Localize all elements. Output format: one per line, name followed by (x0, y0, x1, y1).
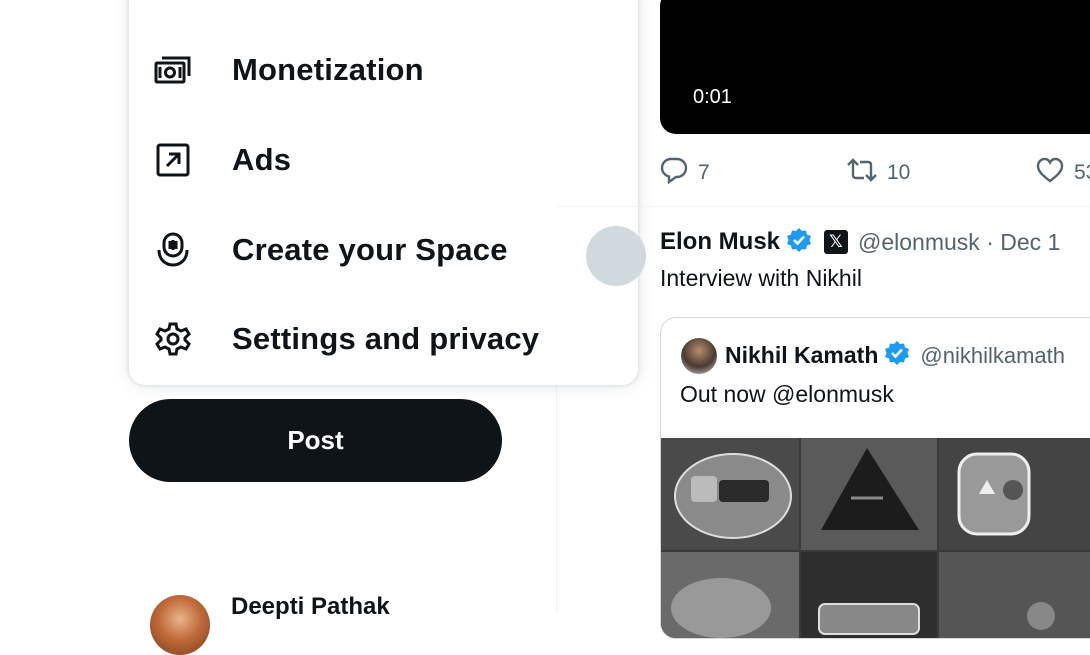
quote-author-name[interactable]: Nikhil Kamath (725, 342, 878, 369)
quoted-tweet[interactable]: Nikhil Kamath @nikhilkamath Out now @elo… (660, 317, 1090, 639)
quote-author-handle[interactable]: @nikhilkamath (920, 343, 1065, 369)
verified-badge-icon (884, 340, 910, 371)
gear-icon (153, 321, 193, 357)
like-button[interactable]: 53 (1036, 156, 1090, 190)
menu-item-label: Ads (232, 142, 292, 177)
x-affiliate-icon: 𝕏 (824, 230, 849, 254)
more-menu: Monetization Ads Create your Space Setti… (129, 0, 638, 385)
menu-item-label: Settings and privacy (232, 321, 540, 356)
repost-button[interactable]: 10 (847, 156, 910, 190)
heart-icon (1036, 156, 1064, 190)
tweet-text: Interview with Nikhil (660, 265, 862, 291)
microphone-icon (153, 232, 193, 268)
tweet-divider (557, 206, 1090, 207)
reply-icon (660, 156, 688, 190)
menu-item-label: Monetization (232, 52, 424, 87)
repost-count: 10 (887, 161, 911, 184)
reply-count: 7 (698, 161, 710, 184)
money-icon (153, 52, 193, 88)
tweet-header: Elon Musk 𝕏 @elonmusk · Dec 1 (660, 226, 1060, 258)
menu-item-label: Create your Space (232, 232, 508, 267)
arrow-box-icon (153, 142, 193, 178)
video-player[interactable] (660, 0, 1090, 134)
author-handle-date[interactable]: @elonmusk · Dec 1 (858, 229, 1060, 256)
author-avatar[interactable] (586, 226, 646, 286)
quote-author-avatar[interactable] (681, 338, 717, 374)
author-name[interactable]: Elon Musk (660, 228, 780, 256)
account-avatar[interactable] (150, 595, 210, 655)
menu-item-create-space[interactable]: Create your Space (129, 220, 638, 280)
menu-item-ads[interactable]: Ads (129, 130, 638, 190)
menu-item-settings[interactable]: Settings and privacy (129, 309, 638, 369)
post-button[interactable]: Post (129, 399, 502, 482)
like-count: 53 (1074, 161, 1090, 184)
quote-media-image[interactable] (661, 438, 1090, 638)
video-duration: 0:01 (693, 86, 732, 108)
quote-header: Nikhil Kamath @nikhilkamath (725, 340, 1065, 371)
menu-item-monetization[interactable]: Monetization (129, 40, 638, 100)
account-name[interactable]: Deepti Pathak (231, 593, 390, 621)
repost-icon (847, 156, 877, 190)
quote-text: Out now @elonmusk (680, 381, 894, 407)
verified-badge-icon (786, 227, 812, 258)
reply-button[interactable]: 7 (660, 156, 710, 190)
